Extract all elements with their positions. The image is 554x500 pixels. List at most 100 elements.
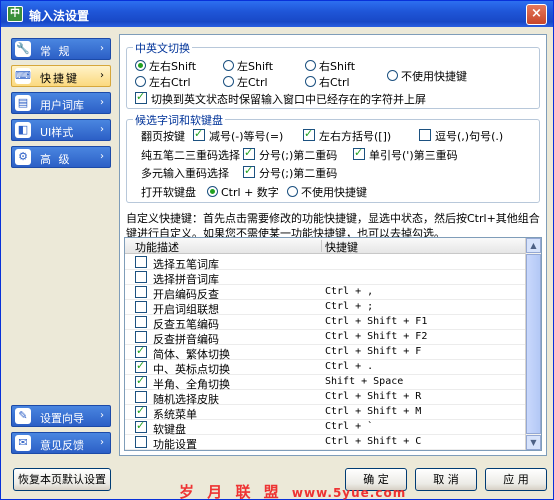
row-checkbox[interactable] — [135, 359, 147, 373]
radio-no-hotkey[interactable] — [387, 70, 398, 81]
hotkey-value[interactable]: Ctrl + Shift + C — [325, 436, 421, 447]
wrench-icon: 🔧 — [15, 41, 31, 57]
feedback-icon: ✉ — [15, 435, 31, 451]
watermark-url: www.5yue.com — [291, 486, 407, 500]
hotkey-value[interactable]: Ctrl + ` — [325, 421, 373, 432]
row-checkbox[interactable] — [135, 271, 147, 283]
paging-brackets-checkbox[interactable] — [303, 127, 315, 141]
paging-comma-period-checkbox[interactable] — [419, 129, 431, 141]
sidebar-item-hotkeys[interactable]: ⌨ 快捷键 › — [11, 65, 111, 87]
radio-both-shift[interactable] — [135, 60, 146, 71]
hotkey-value[interactable]: Ctrl + ; — [325, 301, 373, 312]
radio-right-ctrl[interactable] — [305, 76, 316, 87]
radio-label: 左右Ctrl — [149, 76, 191, 89]
row-checkbox[interactable] — [135, 344, 147, 358]
table-row[interactable]: 反查五笔编码 Ctrl + Shift + F1 — [125, 315, 527, 331]
table-row[interactable]: 反查拼音编码 Ctrl + Shift + F2 — [125, 330, 527, 346]
app-icon: 中 — [7, 6, 23, 22]
keep-text-checkbox[interactable] — [135, 90, 147, 104]
sidebar-item-label: UI样式 — [40, 126, 74, 139]
table-row[interactable]: 随机选择皮肤 Ctrl + Shift + R — [125, 390, 527, 406]
column-header-function[interactable]: 功能描述 — [135, 239, 179, 255]
paging-minus-equal-checkbox[interactable] — [193, 127, 205, 141]
table-row[interactable]: 半角、全角切换Shift + Space — [125, 374, 527, 391]
checkbox-label: 分号(;)第二重码 — [259, 167, 338, 180]
radio-left-shift[interactable] — [223, 60, 234, 71]
hotkey-value[interactable]: Ctrl + , — [325, 286, 373, 297]
row-checkbox[interactable] — [135, 374, 147, 388]
row-checkbox[interactable] — [135, 286, 147, 298]
function-name: 功能设置 — [153, 438, 197, 451]
title-bar[interactable]: 中 输入法设置 × — [1, 1, 553, 27]
hotkey-value[interactable]: Ctrl + . — [325, 361, 373, 372]
apply-button[interactable]: 应 用 — [485, 468, 547, 491]
radio-both-ctrl[interactable] — [135, 76, 146, 87]
radio-label: 右Ctrl — [319, 76, 350, 89]
chevron-right-icon: › — [100, 97, 104, 108]
hotkey-value[interactable]: Ctrl + Shift + R — [325, 391, 421, 402]
sidebar-item-setup-wizard[interactable]: ✎ 设置向导 › — [11, 405, 111, 427]
candidate-group-title: 候选字词和软键盘 — [133, 112, 225, 128]
row-checkbox[interactable] — [135, 404, 147, 418]
radio-softkb-none[interactable] — [287, 186, 298, 197]
restore-defaults-button[interactable]: 恢复本页默认设置 — [13, 468, 111, 491]
radio-softkb-ctrl-number[interactable] — [207, 186, 218, 197]
switch-group: 中英文切换 左右Shift 左Shift 右Shift 左右Ctrl 左Ctrl… — [126, 40, 540, 109]
sidebar-item-feedback[interactable]: ✉ 意见反馈 › — [11, 432, 111, 454]
multi-semicolon-checkbox[interactable] — [243, 164, 255, 178]
sidebar-item-user-dictionary[interactable]: ▤ 用户词库 › — [11, 92, 111, 114]
wizard-icon: ✎ — [15, 408, 31, 424]
book-icon: ▤ — [15, 95, 31, 111]
sidebar-item-advanced[interactable]: ⚙ 高 级 › — [11, 146, 111, 168]
scroll-thumb[interactable] — [526, 254, 541, 434]
table-row[interactable]: 选择拼音词库 — [125, 270, 527, 286]
watermark: 岁 月 联 盟 www.5yue.com — [179, 481, 406, 500]
hotkey-value[interactable]: Shift + Space — [325, 376, 403, 387]
hotkey-value[interactable]: Ctrl + Shift + F — [325, 346, 421, 357]
table-row[interactable]: 选择五笔词库 — [125, 255, 527, 271]
table-row[interactable]: 软键盘Ctrl + ` — [125, 419, 527, 436]
hotkey-value[interactable]: Ctrl + Shift + F2 — [325, 331, 427, 342]
radio-left-ctrl[interactable] — [223, 76, 234, 87]
hotkey-value[interactable]: Ctrl + Shift + F1 — [325, 316, 427, 327]
vertical-scrollbar[interactable]: ▲ ▼ — [525, 238, 541, 450]
watermark-text: 岁 月 联 盟 — [179, 483, 283, 500]
table-row[interactable]: 中、英标点切换Ctrl + . — [125, 359, 527, 376]
softkb-label: 打开软键盘 — [141, 186, 196, 199]
sidebar-item-general[interactable]: 🔧 常 规 › — [11, 38, 111, 60]
pure-semicolon-checkbox[interactable] — [243, 146, 255, 160]
row-checkbox[interactable] — [135, 331, 147, 343]
scroll-up-button[interactable]: ▲ — [526, 238, 541, 253]
table-row[interactable]: 开启编码反查 Ctrl + , — [125, 285, 527, 301]
radio-label: 不使用快捷键 — [301, 186, 367, 199]
scroll-down-button[interactable]: ▼ — [526, 435, 541, 450]
table-row[interactable]: 功能设置 Ctrl + Shift + C — [125, 435, 527, 450]
radio-label: 左Shift — [237, 60, 274, 73]
row-checkbox[interactable] — [135, 301, 147, 313]
cancel-button[interactable]: 取 消 — [415, 468, 477, 491]
row-checkbox[interactable] — [135, 256, 147, 268]
radio-label: 右Shift — [319, 60, 356, 73]
checkbox-label: 单引号(')第三重码 — [369, 149, 458, 162]
close-button[interactable]: × — [526, 4, 547, 25]
row-checkbox[interactable] — [135, 436, 147, 448]
sidebar-item-label: 设置向导 — [40, 412, 84, 425]
table-row[interactable]: 开启词组联想 Ctrl + ; — [125, 300, 527, 316]
chevron-right-icon: › — [100, 437, 104, 448]
column-divider[interactable] — [321, 240, 322, 252]
sidebar-item-label: 用户词库 — [40, 99, 84, 112]
sidebar-item-ui-style[interactable]: ◧ UI样式 › — [11, 119, 111, 141]
row-checkbox[interactable] — [135, 391, 147, 403]
column-header-hotkey[interactable]: 快捷键 — [325, 239, 358, 255]
table-row[interactable]: 系统菜单Ctrl + Shift + M — [125, 404, 527, 421]
row-checkbox[interactable] — [135, 419, 147, 433]
chevron-right-icon: › — [100, 124, 104, 135]
checkbox-label: 分号(;)第二重码 — [259, 149, 338, 162]
table-row[interactable]: 简体、繁体切换Ctrl + Shift + F — [125, 344, 527, 361]
chevron-right-icon: › — [100, 70, 104, 81]
radio-right-shift[interactable] — [305, 60, 316, 71]
hotkey-value[interactable]: Ctrl + Shift + M — [325, 406, 421, 417]
row-checkbox[interactable] — [135, 316, 147, 328]
chevron-right-icon: › — [100, 151, 104, 162]
pure-quote-checkbox[interactable] — [353, 146, 365, 160]
